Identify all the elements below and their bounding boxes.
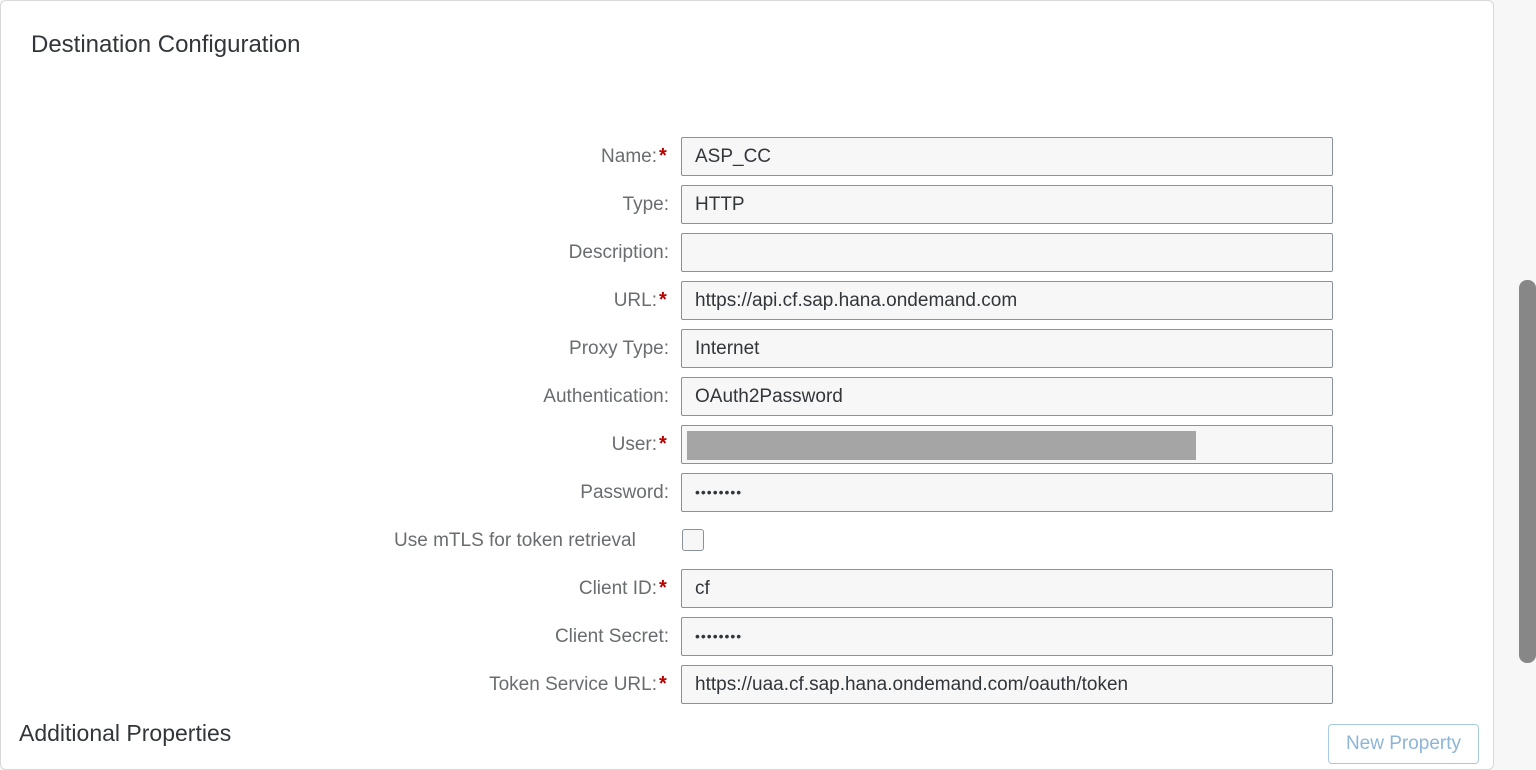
authentication-field[interactable]: OAuth2Password bbox=[681, 377, 1333, 416]
url-label: URL: bbox=[613, 290, 657, 311]
required-marker: * bbox=[659, 289, 667, 311]
authentication-label: Authentication: bbox=[543, 386, 669, 407]
authentication-row: Authentication: OAuth2Password bbox=[1, 377, 1495, 417]
required-marker: * bbox=[659, 577, 667, 599]
required-marker: * bbox=[659, 433, 667, 455]
mtls-label: Use mTLS for token retrieval bbox=[394, 530, 636, 551]
name-field[interactable]: ASP_CC bbox=[681, 137, 1333, 176]
type-label: Type: bbox=[622, 194, 669, 215]
token-service-url-row: Token Service URL: * https://uaa.cf.sap.… bbox=[1, 665, 1495, 705]
token-service-url-label: Token Service URL: bbox=[489, 674, 657, 695]
mtls-row: Use mTLS for token retrieval bbox=[1, 521, 1495, 561]
type-row: Type: HTTP bbox=[1, 185, 1495, 225]
client-id-row: Client ID: * cf bbox=[1, 569, 1495, 609]
name-label: Name: bbox=[601, 146, 657, 167]
proxy-type-field[interactable]: Internet bbox=[681, 329, 1333, 368]
required-marker: * bbox=[659, 145, 667, 167]
user-field[interactable] bbox=[681, 425, 1333, 464]
additional-properties-heading: Additional Properties bbox=[19, 720, 232, 746]
password-row: Password: •••••••• bbox=[1, 473, 1495, 513]
password-field[interactable]: •••••••• bbox=[681, 473, 1333, 512]
proxy-type-label: Proxy Type: bbox=[569, 338, 669, 359]
scrollbar-thumb[interactable] bbox=[1519, 280, 1536, 663]
required-marker: * bbox=[659, 673, 667, 695]
page-title: Destination Configuration bbox=[31, 31, 301, 58]
client-secret-row: Client Secret: •••••••• bbox=[1, 617, 1495, 657]
password-label: Password: bbox=[580, 482, 669, 503]
client-secret-label: Client Secret: bbox=[554, 626, 669, 647]
user-label: User: bbox=[611, 434, 657, 455]
client-id-field[interactable]: cf bbox=[681, 569, 1333, 608]
type-field[interactable]: HTTP bbox=[681, 185, 1333, 224]
client-secret-field[interactable]: •••••••• bbox=[681, 617, 1333, 656]
mtls-checkbox[interactable] bbox=[682, 529, 704, 551]
destination-configuration-panel: Destination Configuration Name: * ASP_CC… bbox=[0, 0, 1494, 770]
description-label: Description: bbox=[568, 242, 669, 263]
url-row: URL: * https://api.cf.sap.hana.ondemand.… bbox=[1, 281, 1495, 321]
user-row: User: * bbox=[1, 425, 1495, 465]
proxy-type-row: Proxy Type: Internet bbox=[1, 329, 1495, 369]
token-service-url-field[interactable]: https://uaa.cf.sap.hana.ondemand.com/oau… bbox=[681, 665, 1333, 704]
description-field[interactable] bbox=[681, 233, 1333, 272]
client-id-label: Client ID: bbox=[578, 578, 657, 599]
name-row: Name: * ASP_CC bbox=[1, 137, 1495, 177]
description-row: Description: bbox=[1, 233, 1495, 273]
new-property-button[interactable]: New Property bbox=[1328, 724, 1479, 764]
redacted-user-value bbox=[687, 431, 1196, 460]
url-field[interactable]: https://api.cf.sap.hana.ondemand.com bbox=[681, 281, 1333, 320]
